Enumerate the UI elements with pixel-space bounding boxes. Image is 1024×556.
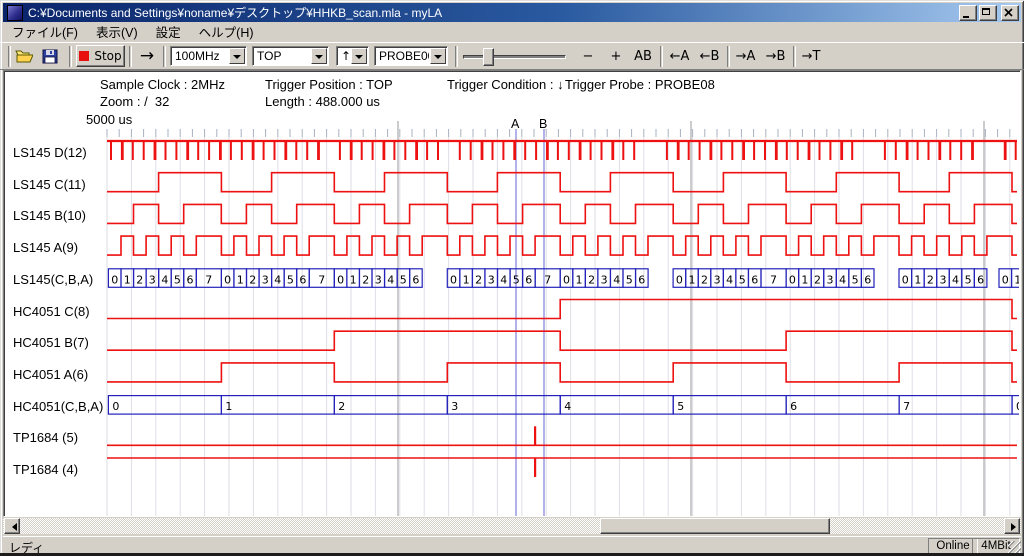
scroll-left-icon (8, 523, 17, 531)
cursor-b-left-button[interactable]: ←B (696, 45, 723, 67)
open-file-button[interactable] (14, 47, 34, 65)
toolbar-separator (163, 46, 166, 67)
zoom-info: Zoom : / 32 (100, 94, 169, 109)
menu-help[interactable]: ヘルプ(H) (190, 21, 263, 43)
waveform-panel (3, 70, 1021, 517)
dropdown-arrow-icon[interactable] (229, 48, 245, 64)
time-per-div-label: 5000 us (86, 112, 132, 127)
signal-label-hc4051-b[interactable]: HC4051 B(7) (13, 335, 89, 350)
maximize-icon (982, 8, 990, 15)
menu-settings[interactable]: 設定 (147, 21, 190, 43)
close-button[interactable] (1001, 5, 1019, 21)
scroll-left-button[interactable] (4, 518, 20, 534)
floppy-disk-icon (42, 49, 58, 64)
toolbar-separator (727, 46, 730, 67)
signal-label-ls145-d[interactable]: LS145 D(12) (13, 145, 87, 160)
status-online-badge: Online (928, 538, 978, 554)
length-info: Length : 488.000 us (265, 94, 380, 109)
signal-label-hc4051-bus[interactable]: HC4051(C,B,A) (13, 399, 103, 414)
open-folder-icon (15, 49, 33, 63)
trigger-probe-select[interactable]: PROBE00 (374, 46, 448, 66)
cursor-a-left-button[interactable]: ←A (666, 45, 693, 67)
cursor-a-label[interactable]: A (511, 117, 519, 131)
signal-label-ls145-b[interactable]: LS145 B(10) (13, 208, 86, 223)
trigger-position-info: Trigger Position : TOP (265, 77, 393, 92)
menu-file[interactable]: ファイル(F) (3, 21, 87, 43)
ab-cursor-button[interactable]: AB (630, 45, 656, 67)
scroll-right-button[interactable] (1004, 518, 1020, 534)
minimize-icon (963, 16, 969, 18)
signal-label-hc4051-a[interactable]: HC4051 A(6) (13, 367, 88, 382)
toolbar-separator (660, 46, 663, 67)
toolbar-separator (129, 46, 132, 67)
trigger-condition-info: Trigger Condition : ↓ (447, 77, 564, 92)
signal-label-ls145-a[interactable]: LS145 A(9) (13, 240, 78, 255)
trigger-probe-value: PROBE00 (375, 49, 429, 63)
horizontal-scrollbar[interactable] (3, 518, 1021, 534)
window-title: C:¥Documents and Settings¥noname¥デスクトップ¥… (28, 4, 957, 21)
stop-label: Stop (94, 49, 121, 63)
dropdown-arrow-icon[interactable] (351, 48, 367, 64)
title-bar[interactable]: C:¥Documents and Settings¥noname¥デスクトップ¥… (3, 3, 1021, 22)
maximize-button[interactable] (979, 5, 997, 21)
menu-view[interactable]: 表示(V) (87, 21, 147, 43)
scrollbar-thumb[interactable] (600, 518, 830, 534)
trigger-probe-info: Trigger Probe : PROBE08 (565, 77, 715, 92)
zoom-in-button[interactable]: + (604, 45, 628, 67)
zoom-slider-track[interactable] (463, 55, 566, 59)
toolbar: Stop → 100MHz TOP ↑ PROBE00 − + AB ←A (0, 42, 1024, 70)
dropdown-arrow-icon[interactable] (430, 48, 446, 64)
status-bar: レディ Online 4MBit (3, 536, 1021, 554)
trigger-position-value: TOP (253, 49, 310, 63)
stop-icon (79, 51, 89, 61)
clock-rate-value: 100MHz (171, 49, 228, 63)
dropdown-arrow-icon[interactable] (311, 48, 327, 64)
signal-label-tp1684-5[interactable]: TP1684 (5) (13, 430, 78, 445)
close-icon (1002, 7, 1016, 19)
cursor-a-right-button[interactable]: →A (732, 45, 759, 67)
signal-label-tp1684-4[interactable]: TP1684 (4) (13, 462, 78, 477)
toolbar-separator (69, 46, 72, 67)
trigger-edge-select[interactable]: ↑ (336, 46, 369, 66)
sample-clock-info: Sample Clock : 2MHz (100, 77, 225, 92)
minimize-button[interactable] (959, 5, 977, 21)
goto-trigger-button[interactable]: →T (798, 45, 824, 67)
trigger-position-select[interactable]: TOP (252, 46, 329, 66)
zoom-slider-thumb[interactable] (483, 48, 494, 66)
toolbar-separator (455, 46, 458, 67)
app-icon[interactable] (7, 5, 23, 21)
signal-label-ls145-bus[interactable]: LS145(C,B,A) (13, 272, 93, 287)
run-arrow-icon: → (140, 46, 154, 66)
scroll-right-icon (1011, 523, 1020, 531)
toolbar-separator (793, 46, 796, 67)
stop-button[interactable]: Stop (76, 45, 125, 67)
clock-rate-select[interactable]: 100MHz (170, 46, 247, 66)
toolbar-grip (8, 46, 11, 67)
save-file-button[interactable] (40, 47, 60, 65)
zoom-out-button[interactable]: − (576, 45, 600, 67)
signal-label-ls145-c[interactable]: LS145 C(11) (13, 177, 86, 192)
menu-bar: ファイル(F) 表示(V) 設定 ヘルプ(H) (3, 23, 1021, 41)
cursor-b-right-button[interactable]: →B (762, 45, 789, 67)
run-button[interactable]: → (134, 45, 160, 67)
cursor-b-label[interactable]: B (539, 117, 547, 131)
trigger-edge-value: ↑ (337, 49, 350, 63)
app-window: C:¥Documents and Settings¥noname¥デスクトップ¥… (0, 0, 1024, 556)
signal-label-hc4051-c[interactable]: HC4051 C(8) (13, 304, 90, 319)
